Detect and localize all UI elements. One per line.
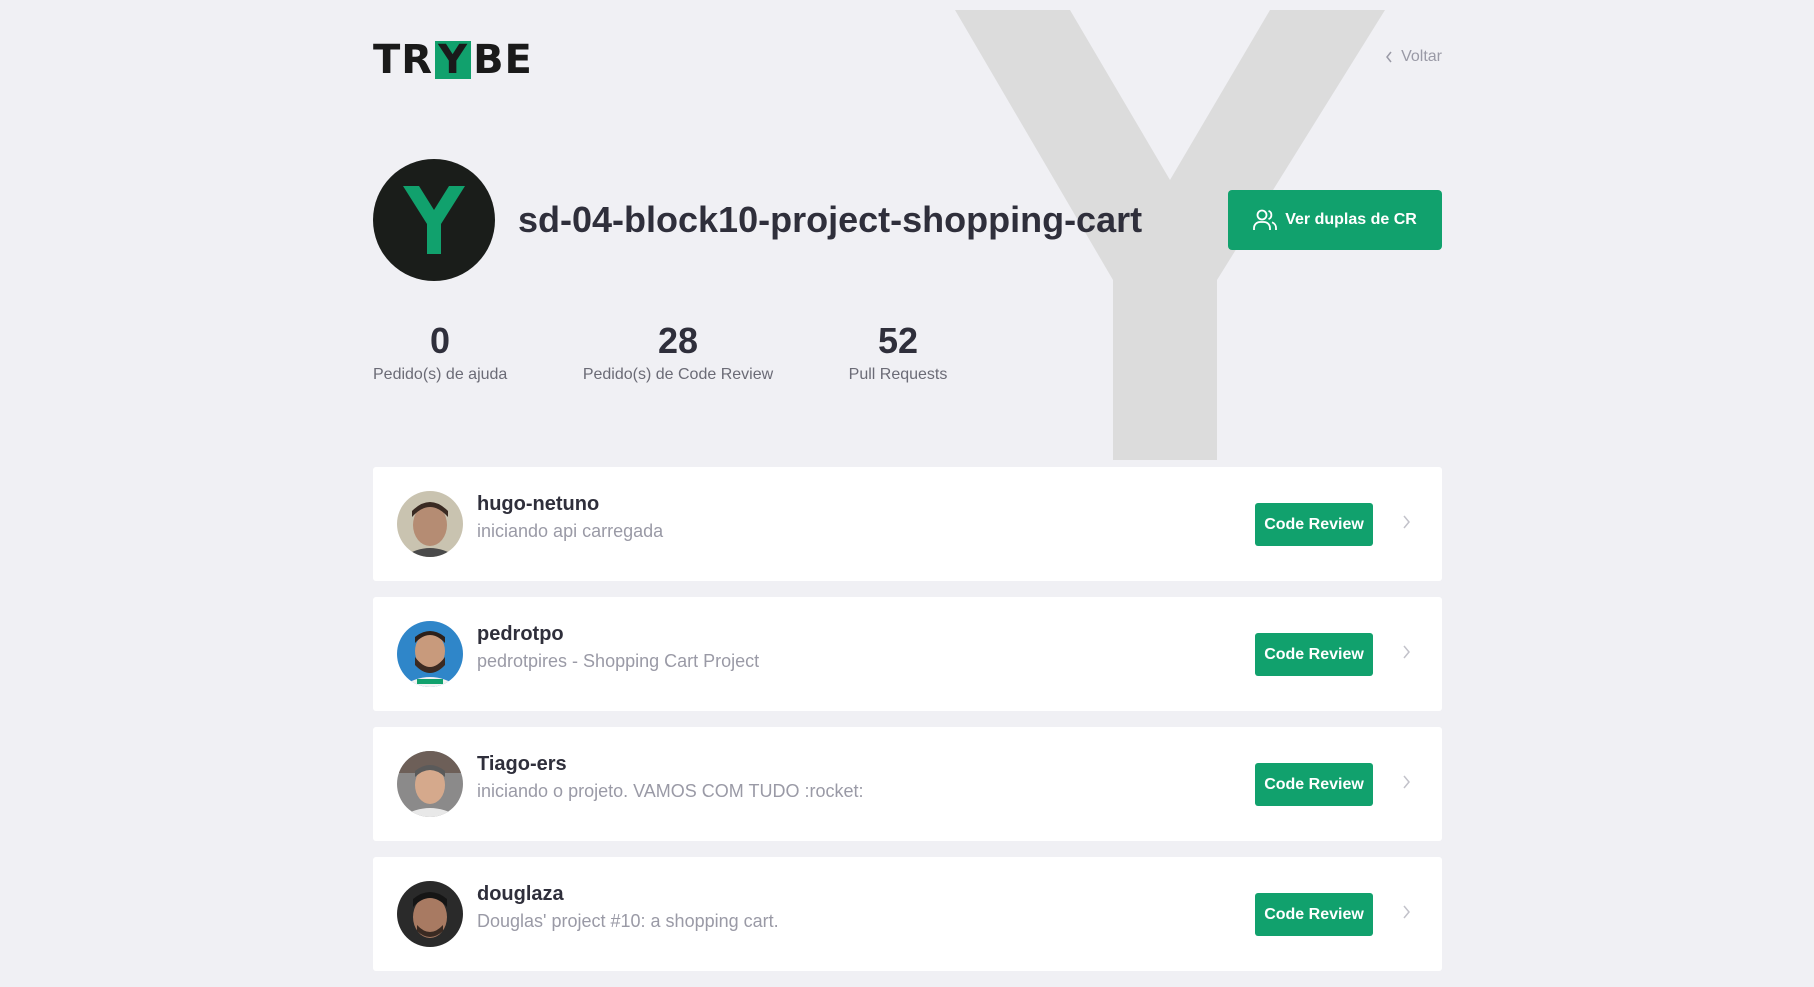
users-icon <box>1253 209 1278 230</box>
logo-text-right: BE <box>473 37 533 83</box>
header: TR Y BE Voltar <box>373 37 1442 83</box>
pr-message: Douglas' project #10: a shopping cart. <box>477 911 779 931</box>
project-title: sd-04-block10-project-shopping-cart <box>518 199 1143 240</box>
pr-message: pedrotpires - Shopping Cart Project <box>477 651 760 671</box>
pr-message: iniciando o projeto. VAMOS COM TUDO :roc… <box>477 781 864 801</box>
back-link[interactable]: Voltar <box>1385 48 1442 66</box>
pull-request-card[interactable]: douglaza Douglas' project #10: a shoppin… <box>373 857 1442 971</box>
stat-value: 52 <box>877 320 919 361</box>
view-cr-pairs-label: Ver duplas de CR <box>1285 211 1417 228</box>
pull-request-card[interactable]: pedrotpo pedrotpires - Shopping Cart Pro… <box>373 597 1442 711</box>
chevron-left-icon <box>1386 51 1392 63</box>
page-container: TR Y BE Voltar sd-04-block10-project-shopp… <box>373 0 1442 971</box>
code-review-button[interactable]: Code Review <box>1255 763 1373 806</box>
back-label: Voltar <box>1401 48 1442 65</box>
stat-label: Pull Requests <box>848 366 948 383</box>
project-stats: 0 Pedido(s) de ajuda 28 Pedido(s) de Cod… <box>373 320 1073 390</box>
chevron-right-icon <box>1403 645 1410 659</box>
pr-message: iniciando api carregada <box>477 521 664 541</box>
pr-username: hugo-netuno <box>477 493 600 515</box>
project-avatar <box>373 159 495 281</box>
stat-value: 28 <box>657 320 699 361</box>
code-review-button[interactable]: Code Review <box>1255 503 1373 546</box>
stat-label: Pedido(s) de ajuda <box>373 366 508 383</box>
chevron-right-icon <box>1403 515 1410 529</box>
pull-request-card[interactable]: Tiago-ers iniciando o projeto. VAMOS COM… <box>373 727 1442 841</box>
avatar <box>397 491 463 557</box>
avatar <box>397 881 463 947</box>
code-review-button[interactable]: Code Review <box>1255 633 1373 676</box>
view-cr-pairs-button[interactable]: Ver duplas de CR <box>1228 190 1442 250</box>
pr-username: Tiago-ers <box>477 753 567 775</box>
project-header: sd-04-block10-project-shopping-cart Ver … <box>373 159 1442 281</box>
pr-username: douglaza <box>477 883 564 905</box>
logo-text-left: TR <box>373 37 434 83</box>
chevron-right-icon <box>1403 905 1410 919</box>
chevron-right-icon <box>1403 775 1410 789</box>
trybe-y-icon <box>403 186 465 254</box>
avatar <box>397 621 463 687</box>
stat-code-review-requests: 28 Pedido(s) de Code Review <box>578 320 778 384</box>
stat-value: 0 <box>429 320 451 361</box>
pull-request-card[interactable]: hugo-netuno iniciando api carregada Code… <box>373 467 1442 581</box>
pull-request-list: hugo-netuno iniciando api carregada Code… <box>373 467 1442 987</box>
stat-label: Pedido(s) de Code Review <box>582 366 774 383</box>
stat-pull-requests: 52 Pull Requests <box>843 320 953 384</box>
trybe-logo[interactable]: TR Y BE <box>373 37 533 83</box>
logo-text-y: Y <box>435 40 472 80</box>
stat-help-requests: 0 Pedido(s) de ajuda <box>373 320 507 384</box>
avatar <box>397 751 463 817</box>
code-review-button[interactable]: Code Review <box>1255 893 1373 936</box>
pr-username: pedrotpo <box>477 623 564 645</box>
